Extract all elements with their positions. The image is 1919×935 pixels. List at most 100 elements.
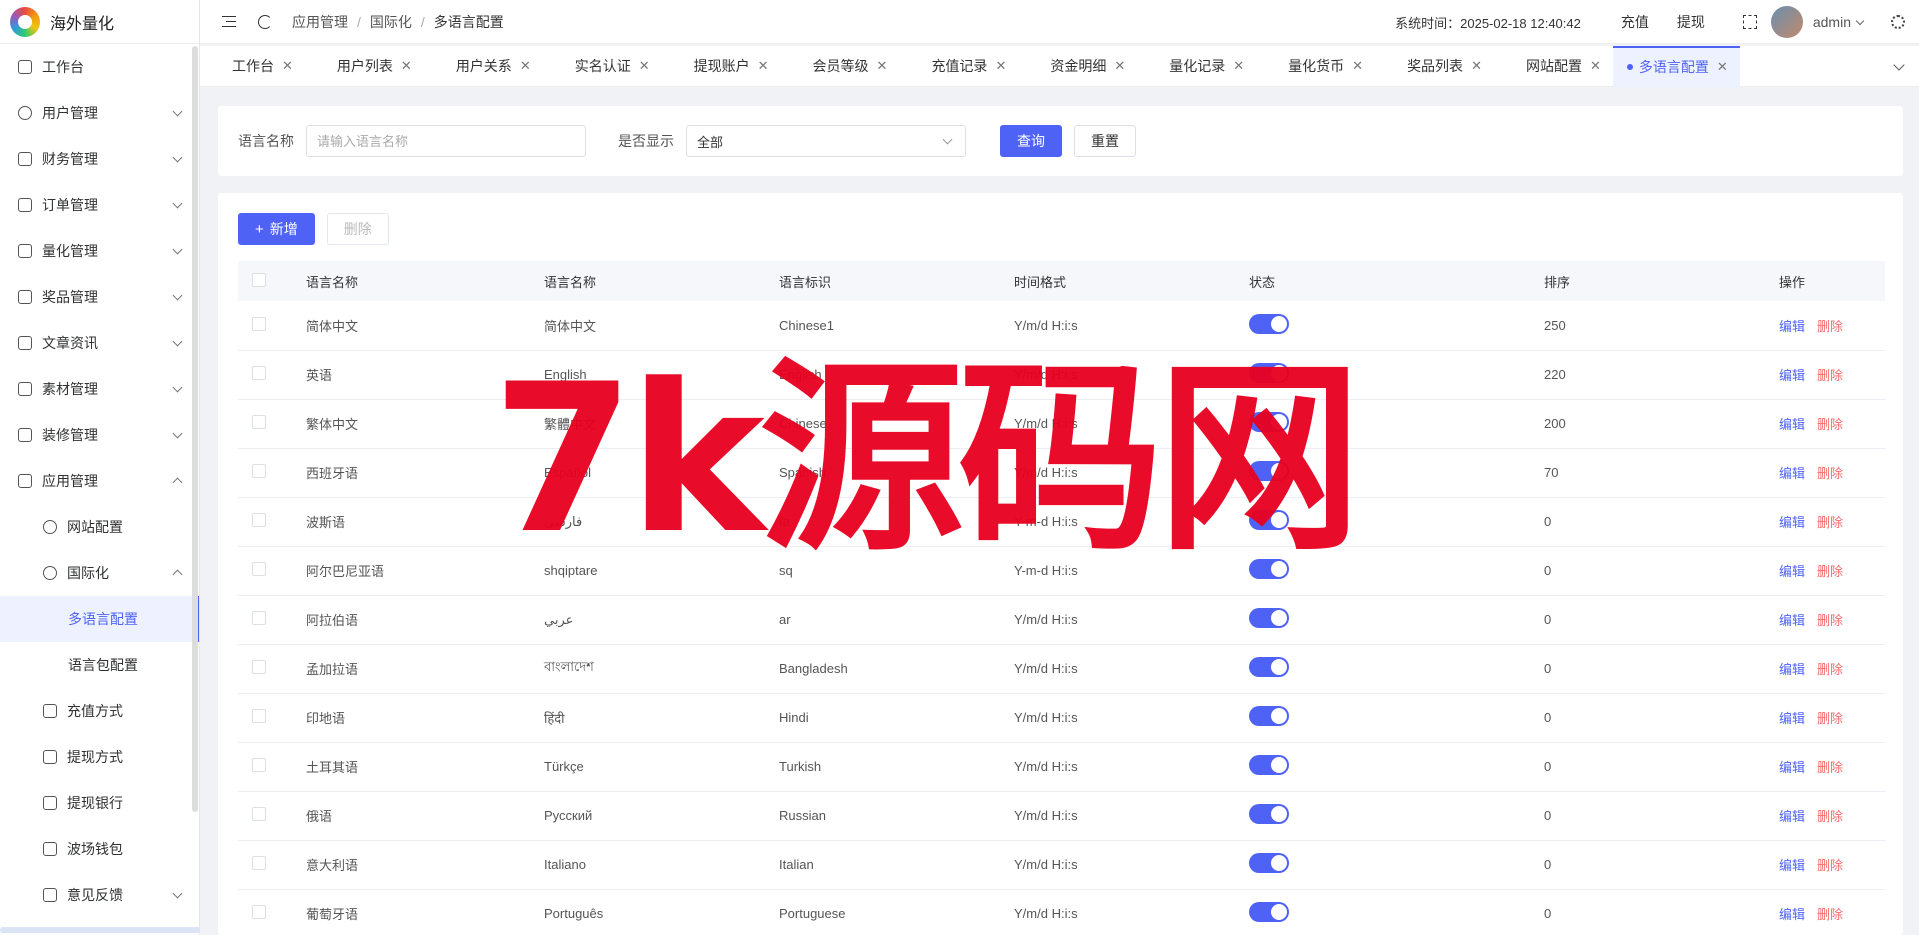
select-all-checkbox[interactable]: [252, 272, 266, 287]
sidebar-item[interactable]: 网站配置: [0, 504, 199, 550]
status-toggle[interactable]: [1249, 657, 1289, 677]
close-icon[interactable]: ✕: [995, 58, 1006, 74]
row-checkbox[interactable]: [252, 709, 266, 723]
row-checkbox[interactable]: [252, 611, 266, 625]
status-toggle[interactable]: [1249, 755, 1289, 775]
sidebar-item[interactable]: 素材管理: [0, 366, 199, 412]
close-icon[interactable]: ✕: [282, 58, 293, 74]
close-icon[interactable]: ✕: [520, 58, 531, 74]
close-icon[interactable]: ✕: [1114, 58, 1125, 74]
language-name-input[interactable]: [306, 125, 586, 157]
tab[interactable]: 量化记录 ✕: [1137, 46, 1256, 87]
status-toggle[interactable]: [1249, 853, 1289, 873]
row-checkbox[interactable]: [252, 905, 266, 919]
sidebar-item[interactable]: 奖品管理: [0, 274, 199, 320]
sidebar-item[interactable]: 波场钱包: [0, 826, 199, 872]
query-button[interactable]: 查询: [1000, 125, 1062, 157]
edit-link[interactable]: 编辑: [1779, 760, 1805, 775]
sidebar-item[interactable]: 用户管理: [0, 90, 199, 136]
add-button[interactable]: + 新增: [238, 213, 315, 245]
row-checkbox[interactable]: [252, 562, 266, 576]
tab[interactable]: 用户关系 ✕: [424, 46, 543, 87]
sidebar-item[interactable]: 财务管理: [0, 136, 199, 182]
close-icon[interactable]: ✕: [877, 58, 888, 74]
sidebar-item[interactable]: 装修管理: [0, 412, 199, 458]
row-checkbox[interactable]: [252, 807, 266, 821]
row-checkbox[interactable]: [252, 513, 266, 527]
reset-button[interactable]: 重置: [1074, 125, 1136, 157]
edit-link[interactable]: 编辑: [1779, 711, 1805, 726]
edit-link[interactable]: 编辑: [1779, 662, 1805, 677]
row-checkbox[interactable]: [252, 415, 266, 429]
edit-link[interactable]: 编辑: [1779, 515, 1805, 530]
withdraw-button[interactable]: 提现: [1677, 12, 1705, 32]
edit-link[interactable]: 编辑: [1779, 858, 1805, 873]
tab[interactable]: 资金明细 ✕: [1018, 46, 1137, 87]
edit-link[interactable]: 编辑: [1779, 368, 1805, 383]
close-icon[interactable]: ✕: [758, 58, 769, 74]
status-toggle[interactable]: [1249, 313, 1289, 334]
delete-link[interactable]: 删除: [1817, 662, 1843, 677]
row-checkbox[interactable]: [252, 366, 266, 380]
delete-link[interactable]: 删除: [1817, 417, 1843, 432]
close-icon[interactable]: ✕: [1590, 58, 1601, 74]
sidebar-item[interactable]: 量化管理: [0, 228, 199, 274]
show-filter-select[interactable]: 全部: [686, 125, 966, 157]
sidebar-item[interactable]: 提现银行: [0, 780, 199, 826]
delete-link[interactable]: 删除: [1817, 613, 1843, 628]
delete-link[interactable]: 删除: [1817, 760, 1843, 775]
sidebar-item[interactable]: 文章资讯: [0, 320, 199, 366]
tab[interactable]: 网站配置 ✕: [1494, 46, 1613, 87]
row-checkbox[interactable]: [252, 464, 266, 478]
edit-link[interactable]: 编辑: [1779, 466, 1805, 481]
breadcrumb-item[interactable]: 应用管理: [292, 12, 348, 32]
horizontal-scrollbar[interactable]: [0, 927, 199, 933]
sidebar-item[interactable]: 国际化: [0, 550, 199, 596]
delete-link[interactable]: 删除: [1817, 907, 1843, 922]
refresh-icon[interactable]: [258, 14, 272, 29]
delete-link[interactable]: 删除: [1817, 515, 1843, 530]
edit-link[interactable]: 编辑: [1779, 613, 1805, 628]
edit-link[interactable]: 编辑: [1779, 809, 1805, 824]
tab[interactable]: 充值记录 ✕: [899, 46, 1018, 87]
tab[interactable]: 提现账户 ✕: [662, 46, 781, 87]
sidebar-item[interactable]: 充值方式: [0, 688, 199, 734]
tab[interactable]: 多语言配置 ✕: [1612, 45, 1740, 87]
sidebar-scrollbar[interactable]: [192, 46, 198, 812]
username[interactable]: admin: [1813, 14, 1851, 30]
delete-link[interactable]: 删除: [1817, 564, 1843, 579]
app-logo[interactable]: 海外量化: [0, 0, 199, 44]
close-icon[interactable]: ✕: [1352, 58, 1363, 74]
delete-link[interactable]: 删除: [1817, 368, 1843, 383]
row-checkbox[interactable]: [252, 758, 266, 772]
edit-link[interactable]: 编辑: [1779, 417, 1805, 432]
edit-link[interactable]: 编辑: [1779, 319, 1805, 334]
close-icon[interactable]: ✕: [1233, 58, 1244, 74]
close-icon[interactable]: ✕: [1717, 59, 1728, 75]
tab[interactable]: 奖品列表 ✕: [1375, 46, 1494, 87]
row-checkbox[interactable]: [252, 856, 266, 870]
tab[interactable]: 用户列表 ✕: [305, 46, 424, 87]
gear-icon[interactable]: [1891, 15, 1905, 29]
close-icon[interactable]: ✕: [639, 58, 650, 74]
avatar[interactable]: [1770, 6, 1803, 38]
tab[interactable]: 实名认证 ✕: [543, 46, 662, 87]
row-checkbox[interactable]: [252, 316, 266, 331]
sidebar-item[interactable]: 工作台: [0, 44, 199, 90]
menu-toggle-icon[interactable]: [222, 16, 236, 27]
tabs-more-icon[interactable]: [1893, 59, 1905, 71]
sidebar-item[interactable]: 意见反馈: [0, 872, 199, 918]
sidebar-item[interactable]: 多语言配置: [0, 596, 199, 642]
sidebar-item[interactable]: 提现方式: [0, 734, 199, 780]
close-icon[interactable]: ✕: [1471, 58, 1482, 74]
fullscreen-icon[interactable]: [1742, 15, 1757, 29]
delete-link[interactable]: 删除: [1817, 466, 1843, 481]
edit-link[interactable]: 编辑: [1779, 564, 1805, 579]
status-toggle[interactable]: [1249, 608, 1289, 628]
chevron-down-icon[interactable]: [1855, 16, 1865, 25]
sidebar-item[interactable]: 应用管理: [0, 458, 199, 504]
batch-delete-button[interactable]: 删除: [326, 213, 389, 245]
sidebar-item[interactable]: 语言包配置: [0, 642, 199, 688]
tab[interactable]: 会员等级 ✕: [781, 46, 900, 87]
delete-link[interactable]: 删除: [1817, 319, 1843, 334]
